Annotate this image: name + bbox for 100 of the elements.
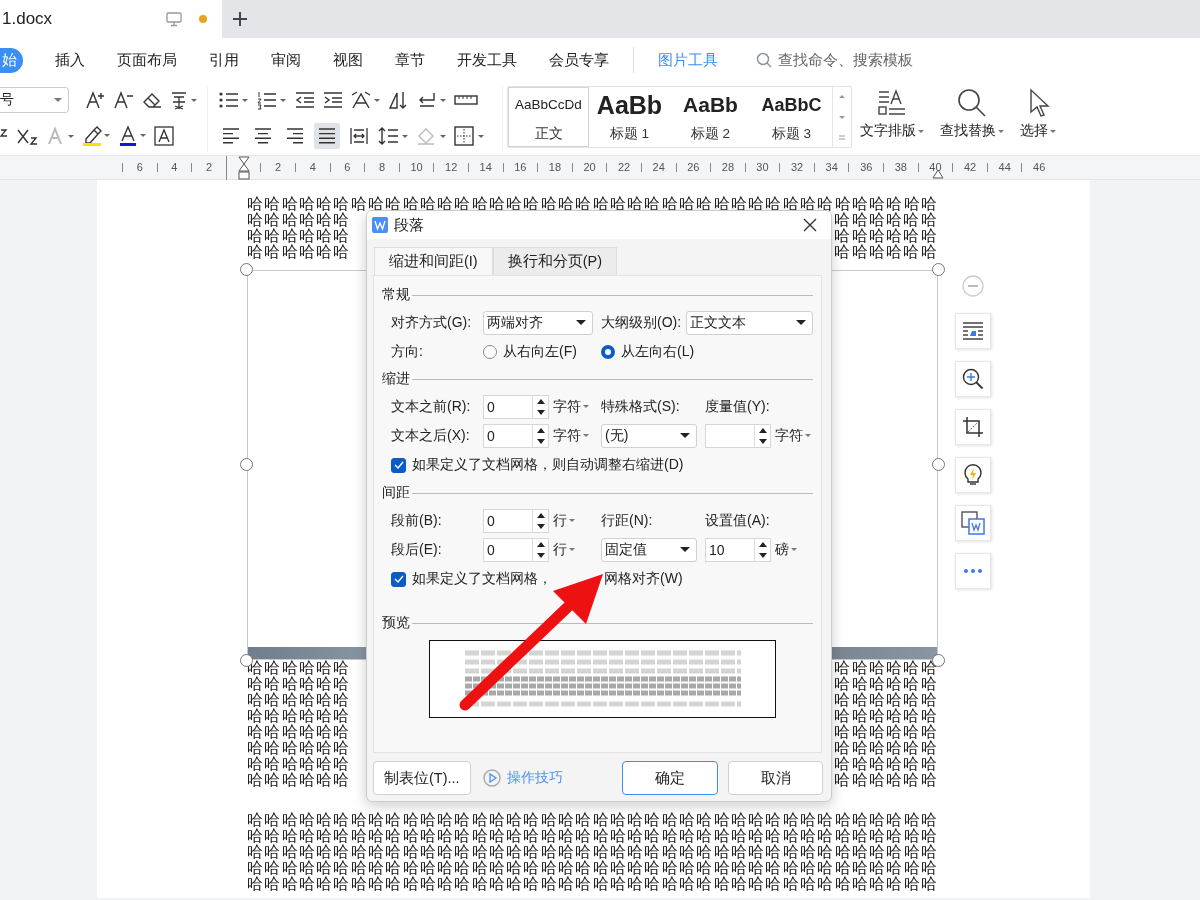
ruler-number: 44	[986, 163, 1022, 172]
radio-label[interactable]: 从左向右(L)	[621, 342, 695, 361]
resize-handle[interactable]	[240, 458, 253, 471]
style-name: 标题 2	[690, 125, 731, 143]
unit-dropdown[interactable]: 字符	[553, 397, 589, 416]
bullet-list-icon[interactable]	[218, 90, 250, 110]
style-name: 标题 1	[609, 125, 650, 143]
spin-field[interactable]: 0	[483, 537, 549, 562]
resize-handle[interactable]	[240, 263, 253, 276]
cancel-button[interactable]: 取消	[728, 761, 823, 795]
paragraph-align-icon[interactable]	[314, 123, 340, 149]
checkbox[interactable]	[391, 571, 406, 587]
line-spacing-icon[interactable]	[378, 126, 410, 146]
unit-dropdown[interactable]: 行	[553, 540, 575, 559]
unit-dropdown[interactable]: 磅	[775, 540, 797, 559]
checkbox[interactable]	[391, 457, 406, 473]
menu-tab[interactable]: 审阅	[255, 47, 317, 73]
document-tab[interactable]: 1.docx	[0, 0, 222, 38]
highlighter-icon[interactable]	[82, 125, 112, 147]
radio-label[interactable]: 从右向左(F)	[503, 342, 577, 361]
shrink-font-icon[interactable]	[113, 90, 135, 110]
checkbox-label[interactable]: 如果定义了文档网格，则自动调整右缩进(D)	[412, 456, 684, 474]
decrease-indent-icon[interactable]	[294, 90, 316, 110]
play-circle-icon[interactable]	[482, 769, 501, 787]
ruler-number: 42	[952, 163, 987, 172]
smart-tool-button[interactable]	[955, 457, 991, 493]
body-text: 哈哈哈哈哈哈哈哈哈哈哈哈哈哈哈哈哈哈哈哈哈哈哈哈哈哈哈哈哈哈哈哈哈哈哈哈哈哈哈哈	[247, 196, 938, 212]
menu-tab[interactable]: 视图	[317, 47, 379, 73]
menu-tab[interactable]: 页面布局	[101, 47, 193, 73]
character-border-icon[interactable]	[154, 126, 174, 146]
spin-field[interactable]: 0	[483, 394, 549, 419]
menu-tab[interactable]: 引用	[193, 47, 255, 73]
ruler-number: 46	[1021, 163, 1057, 172]
ruler-number: 30	[744, 163, 780, 172]
unit-dropdown[interactable]: 行	[553, 511, 575, 530]
body-text: 哈哈哈哈哈哈	[834, 676, 938, 692]
tab-stops-button[interactable]: 制表位(T)...	[373, 761, 471, 795]
select-button[interactable]: 选择	[1012, 86, 1064, 142]
special-format-select[interactable]: (无)	[601, 423, 697, 448]
section-heading: 预览	[382, 614, 410, 632]
crop-button[interactable]	[955, 409, 991, 445]
monitor-icon[interactable]	[166, 11, 182, 27]
field-label: 文本之前(R):	[391, 397, 472, 416]
wrap-text-icon	[962, 321, 984, 341]
wrap-text-button[interactable]	[955, 313, 991, 349]
numbered-list-icon[interactable]	[256, 90, 288, 110]
body-text: 哈哈哈哈哈哈	[247, 740, 351, 756]
radio-button[interactable]	[483, 344, 497, 359]
ruler-number: 6	[122, 163, 157, 172]
dialog-tab[interactable]: 缩进和间距(I)	[374, 247, 493, 275]
alignment-select[interactable]: 两端对齐	[483, 310, 593, 335]
spin-field[interactable]: 0	[483, 423, 549, 448]
ok-button[interactable]: 确定	[622, 761, 718, 795]
unit-dropdown[interactable]: 字符	[775, 426, 811, 445]
field-label: 行距(N):	[601, 511, 654, 530]
ruler-number: 8	[364, 163, 399, 172]
outline-level-select[interactable]: 正文文本	[685, 310, 813, 335]
body-text: 哈哈哈哈哈哈	[834, 244, 938, 260]
phonetic-guide-icon[interactable]	[169, 90, 199, 110]
body-text: 哈哈哈哈哈哈	[247, 228, 351, 244]
style-name: 正文	[534, 125, 563, 143]
find-replace-button[interactable]: 查找替换	[932, 86, 1012, 142]
image-to-document-button[interactable]	[955, 505, 991, 541]
style-preset[interactable]: AaBb 标题 2	[670, 87, 751, 147]
body-text: 哈哈哈哈哈哈哈哈哈哈哈哈哈哈哈哈哈哈哈哈哈哈哈哈哈哈哈哈哈哈哈哈哈哈哈哈哈哈哈哈	[247, 828, 938, 844]
checkbox-label[interactable]: 网格对齐(W)	[604, 570, 683, 588]
borders-icon[interactable]	[454, 126, 486, 146]
dialog-tab[interactable]: 换行和分页(P)	[492, 247, 618, 275]
more-button[interactable]	[955, 553, 991, 589]
zoom-in-button[interactable]	[955, 361, 991, 397]
menu-tab[interactable]: 插入	[39, 47, 101, 73]
grow-font-icon[interactable]	[85, 90, 107, 110]
spin-field[interactable]: 0	[483, 508, 549, 533]
menu-tab[interactable]: 会员专享	[533, 47, 625, 73]
radio-button[interactable]	[601, 344, 615, 359]
resize-handle[interactable]	[932, 263, 945, 276]
style-preset[interactable]: AaBbC 标题 3	[751, 87, 832, 147]
ruler-number: 34	[813, 163, 849, 172]
line-spacing-select[interactable]: 固定值	[601, 537, 697, 562]
spin-field[interactable]	[705, 423, 771, 448]
unit-dropdown[interactable]: 字符	[553, 426, 589, 445]
ruler-number: 26	[675, 163, 711, 172]
font-color-icon[interactable]	[118, 125, 148, 147]
crop-icon	[962, 416, 984, 438]
style-preset[interactable]: AaBb 标题 1	[589, 87, 670, 147]
resize-handle[interactable]	[932, 458, 945, 471]
font-size-select[interactable]: 号	[0, 87, 69, 113]
ruler-number: 4	[294, 163, 330, 172]
close-icon[interactable]	[803, 218, 817, 232]
menu-tab[interactable]: 章节	[379, 47, 441, 73]
spin-field[interactable]: 10	[705, 537, 771, 562]
increase-indent-icon[interactable]	[322, 90, 344, 110]
style-preset[interactable]: AaBbCcDd 正文	[508, 87, 589, 147]
indent-marker-icon[interactable]	[237, 155, 250, 180]
text-layout-button[interactable]: 文字排版	[852, 86, 932, 142]
plus-icon[interactable]	[232, 11, 248, 27]
text-direction-icon[interactable]	[350, 90, 382, 110]
command-search-field[interactable]: 查找命令、搜索模板	[756, 51, 950, 69]
ruler-number: 6	[329, 163, 365, 172]
menu-tab[interactable]: 开发工具	[441, 47, 533, 73]
